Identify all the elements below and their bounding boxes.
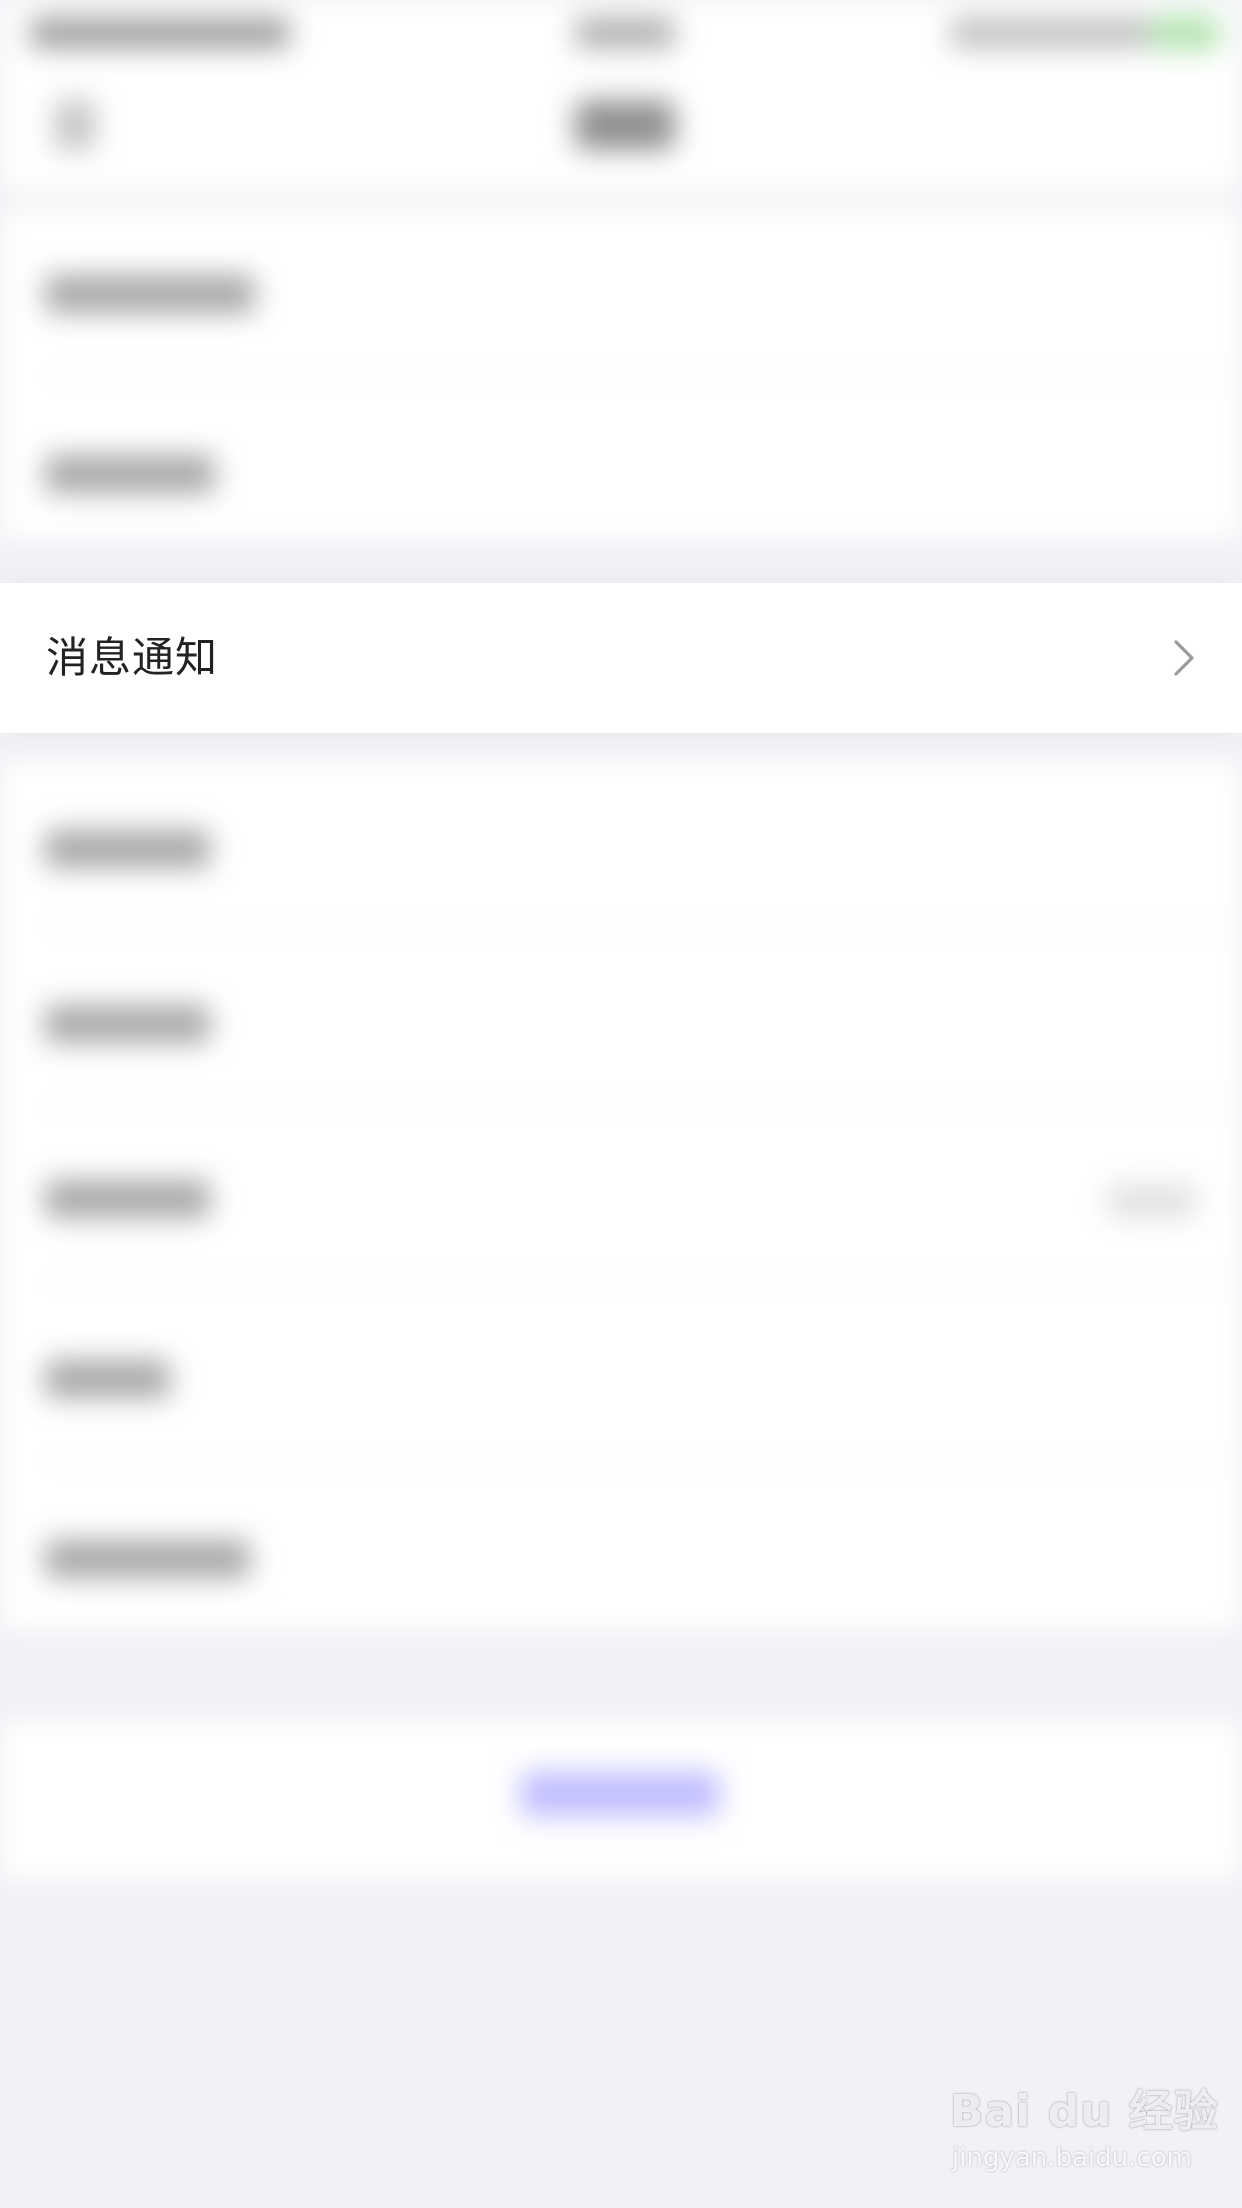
divider [45, 1105, 1242, 1107]
battery-icon [1150, 16, 1220, 50]
blurred-item [45, 1540, 250, 1578]
status-carrier [30, 18, 290, 48]
navigation-bar [0, 60, 1242, 190]
blurred-background [0, 0, 1242, 2208]
settings-group-top [0, 210, 1242, 540]
watermark-brand: Bai du 经验 [950, 2086, 1219, 2137]
blurred-item [45, 1005, 210, 1043]
back-icon [55, 100, 95, 150]
settings-row-notifications[interactable]: 消息通知 [0, 583, 1242, 733]
blurred-item [45, 1360, 170, 1398]
blurred-value [1107, 1184, 1197, 1218]
divider [45, 1460, 1242, 1462]
blurred-item [45, 830, 210, 868]
nav-title [575, 100, 675, 150]
notifications-label: 消息通知 [46, 633, 219, 682]
blurred-action-button [520, 1772, 720, 1816]
chevron-right-icon [1174, 640, 1194, 676]
settings-group-middle [0, 760, 1242, 1630]
divider [45, 1280, 1242, 1282]
status-bar [0, 0, 1242, 60]
blurred-item [45, 275, 255, 313]
status-indicators [950, 18, 1150, 48]
blurred-item [45, 1180, 210, 1218]
settings-screen: 消息通知 Bai du 经验 jingyan.baidu.com [0, 0, 1242, 2208]
watermark-url: jingyan.baidu.com [952, 2143, 1192, 2173]
blurred-item [45, 455, 215, 493]
divider [45, 375, 1242, 377]
settings-group-bottom [0, 1720, 1242, 1880]
divider [45, 925, 1242, 927]
status-time [575, 18, 675, 48]
baidu-watermark: Bai du 经验 jingyan.baidu.com [950, 2075, 1218, 2185]
